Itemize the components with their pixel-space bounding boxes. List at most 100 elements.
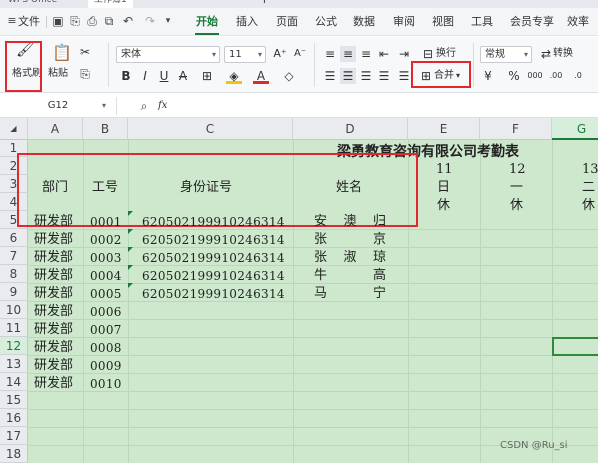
menu-insert[interactable]: 插入 — [236, 8, 258, 36]
menu-formulas[interactable]: 公式 — [315, 8, 337, 36]
cell-b10[interactable]: 0006 — [90, 303, 122, 321]
cell-b11[interactable]: 0007 — [90, 321, 122, 339]
zoom-icon[interactable]: ⌕ — [136, 98, 152, 114]
weekday-g[interactable]: 二 — [582, 179, 595, 197]
header-name[interactable]: 姓名 — [336, 179, 362, 197]
row-header-4[interactable]: 4 — [0, 193, 28, 211]
row-header-18[interactable]: 18 — [0, 445, 28, 463]
cell-d7[interactable]: 张淑琼 — [314, 249, 386, 267]
bold-icon[interactable]: B — [118, 68, 134, 84]
cell-b5[interactable]: 0001 — [90, 213, 122, 231]
column-header-b[interactable]: B — [83, 118, 128, 140]
align-bottom-icon[interactable]: ≡ — [358, 46, 374, 62]
percent-icon[interactable]: % — [506, 68, 522, 84]
cell-a6[interactable]: 研发部 — [34, 231, 73, 249]
column-header-g[interactable]: G — [552, 118, 598, 140]
row-header-14[interactable]: 14 — [0, 373, 28, 391]
cell-d6[interactable]: 张京 — [314, 231, 386, 249]
row-header-6[interactable]: 6 — [0, 229, 28, 247]
align-right-icon[interactable]: ☰ — [358, 68, 374, 84]
font-name-select[interactable]: 宋体 ▾ — [116, 46, 220, 63]
paste-icon[interactable]: 📋 — [52, 45, 72, 61]
currency-icon[interactable]: ¥ — [480, 68, 496, 84]
weekday-f[interactable]: 一 — [510, 179, 523, 197]
row-header-3[interactable]: 3 — [0, 175, 28, 193]
row-header-17[interactable]: 17 — [0, 427, 28, 445]
row-header-9[interactable]: 9 — [0, 283, 28, 301]
underline-icon[interactable]: U — [156, 68, 172, 84]
copy-icon[interactable]: ⎘ — [77, 66, 93, 82]
cell-a8[interactable]: 研发部 — [34, 267, 73, 285]
new-tab-button[interactable]: + — [259, 0, 270, 7]
undo-icon[interactable]: ↶ — [120, 13, 136, 29]
increase-indent-icon[interactable]: ⇥ — [396, 46, 412, 62]
number-format-select[interactable]: 常规 ▾ — [480, 46, 532, 63]
increase-decimal-icon[interactable]: .00 — [548, 68, 564, 84]
menu-data[interactable]: 数据 — [353, 8, 375, 36]
column-header-a[interactable]: A — [28, 118, 83, 140]
selected-cell-g12[interactable] — [552, 337, 598, 356]
header-id[interactable]: 工号 — [92, 179, 118, 197]
cell-a11[interactable]: 研发部 — [34, 321, 73, 339]
cell-d5[interactable]: 安澳归 — [314, 213, 386, 231]
print-icon[interactable]: ⎙ — [84, 13, 100, 29]
cell-d8[interactable]: 牛高 — [314, 267, 386, 285]
rest-f[interactable]: 休 — [510, 197, 523, 215]
sheet-title[interactable]: 梁勇教育咨询有限公司考勤表 — [337, 143, 519, 161]
cell-c9[interactable]: 620502199910246314 — [142, 285, 285, 303]
day-number-e[interactable]: 11 — [436, 161, 453, 179]
cell-a7[interactable]: 研发部 — [34, 249, 73, 267]
cell-b12[interactable]: 0008 — [90, 339, 122, 357]
select-all-corner[interactable]: ◢ — [0, 118, 28, 140]
align-top-icon[interactable]: ≡ — [322, 46, 338, 62]
rest-g[interactable]: 休 — [582, 197, 595, 215]
row-header-5[interactable]: 5 — [0, 211, 28, 229]
column-header-f[interactable]: F — [480, 118, 552, 140]
menu-page[interactable]: 页面 — [276, 8, 298, 36]
merge-cells-label[interactable]: 合并 — [434, 69, 454, 83]
cell-a12[interactable]: 研发部 — [34, 339, 73, 357]
cell-b14[interactable]: 0010 — [90, 375, 122, 393]
italic-icon[interactable]: I — [137, 68, 153, 84]
cell-b7[interactable]: 0003 — [90, 249, 122, 267]
spreadsheet-grid[interactable]: ◢ A B C D E F G 1 2 3 4 5 6 7 8 9 10 11 … — [0, 118, 598, 463]
fill-color-icon[interactable]: ◈ — [226, 68, 242, 84]
thousands-separator-icon[interactable]: 000 — [527, 68, 543, 84]
increase-font-icon[interactable]: A⁺ — [272, 46, 288, 62]
clear-format-icon[interactable]: ◇ — [281, 68, 297, 84]
justify-icon[interactable]: ☰ — [376, 68, 392, 84]
save-icon[interactable]: ▣ — [50, 13, 66, 29]
menu-efficiency[interactable]: 效率 — [567, 8, 589, 36]
align-center-icon[interactable]: ☰ — [340, 68, 356, 84]
cell-a13[interactable]: 研发部 — [34, 357, 73, 375]
cell-d9[interactable]: 马宁 — [314, 285, 386, 303]
cell-a14[interactable]: 研发部 — [34, 375, 73, 393]
cell-b13[interactable]: 0009 — [90, 357, 122, 375]
row-header-8[interactable]: 8 — [0, 265, 28, 283]
menu-tools[interactable]: 工具 — [471, 8, 493, 36]
decrease-decimal-icon[interactable]: .0 — [570, 68, 586, 84]
document-tab[interactable]: 工作簿1 — [88, 0, 133, 8]
cell-b6[interactable]: 0002 — [90, 231, 122, 249]
wrap-text-icon[interactable]: ⊟ — [420, 46, 436, 62]
fx-icon[interactable]: fx — [158, 99, 167, 113]
merge-dropdown-icon[interactable]: ▾ — [456, 69, 460, 83]
weekday-e[interactable]: 日 — [437, 179, 450, 197]
row-header-10[interactable]: 10 — [0, 301, 28, 319]
redo-icon[interactable]: ↷ — [142, 13, 158, 29]
cell-b8[interactable]: 0004 — [90, 267, 122, 285]
column-header-c[interactable]: C — [128, 118, 293, 140]
app-tab[interactable]: WPS Office — [8, 0, 57, 8]
strikethrough-icon[interactable]: A — [175, 68, 191, 84]
column-header-e[interactable]: E — [408, 118, 480, 140]
format-painter-label[interactable]: 格式刷 — [12, 67, 42, 81]
convert-icon[interactable]: ⇄ — [538, 46, 554, 62]
day-number-f[interactable]: 12 — [509, 161, 526, 179]
cell-a10[interactable]: 研发部 — [34, 303, 73, 321]
format-painter-icon[interactable]: 🖌 — [16, 41, 35, 57]
decrease-indent-icon[interactable]: ⇤ — [376, 46, 392, 62]
cell-a5[interactable]: 研发部 — [34, 213, 73, 231]
distributed-align-icon[interactable]: ☰ — [396, 68, 412, 84]
header-idcard[interactable]: 身份证号 — [180, 179, 232, 197]
row-header-2[interactable]: 2 — [0, 157, 28, 175]
